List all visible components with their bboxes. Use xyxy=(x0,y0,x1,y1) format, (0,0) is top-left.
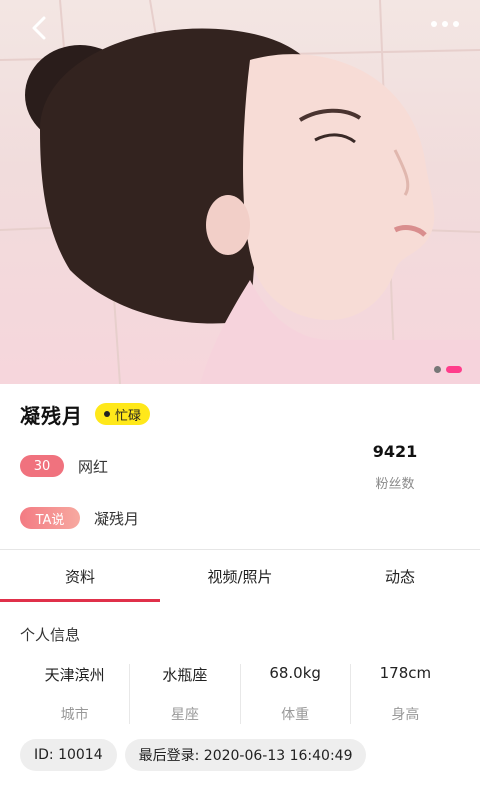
info-zodiac: 水瓶座 星座 xyxy=(130,664,241,724)
info-weight: 68.0kg 体重 xyxy=(241,664,351,724)
profile-photo xyxy=(0,0,480,384)
age-tag-row: 30 网红 xyxy=(20,455,108,477)
profile-photo-carousel[interactable] xyxy=(0,0,480,384)
carousel-dot[interactable] xyxy=(434,366,441,373)
user-id-chip: ID: 10014 xyxy=(20,739,117,771)
tab-videos-photos[interactable]: 视频/照片 xyxy=(160,550,320,602)
info-value: 水瓶座 xyxy=(162,666,208,684)
info-label: 体重 xyxy=(281,707,310,723)
info-label: 星座 xyxy=(170,707,199,723)
ta-says-badge: TA说 xyxy=(20,507,80,529)
meta-chips: ID: 10014 最后登录: 2020-06-13 16:40:49 xyxy=(20,739,367,771)
profile-name-row: 凝残月 忙碌 xyxy=(20,400,151,428)
info-height: 178cm 身高 xyxy=(351,664,460,724)
info-value: 68.0kg xyxy=(269,664,321,682)
profile-tabs: 资料 视频/照片 动态 xyxy=(0,550,480,602)
last-login-chip: 最后登录: 2020-06-13 16:40:49 xyxy=(124,739,367,771)
fans-stat[interactable]: 9421 粉丝数 xyxy=(362,442,428,492)
carousel-dot-active[interactable] xyxy=(446,366,462,373)
more-button[interactable] xyxy=(428,14,462,34)
profile-name: 凝残月 xyxy=(20,403,83,428)
status-badge: 忙碌 xyxy=(95,403,151,425)
back-button[interactable] xyxy=(24,12,56,44)
info-value: 178cm xyxy=(379,664,432,682)
info-value: 天津滨州 xyxy=(44,666,105,684)
fans-label: 粉丝数 xyxy=(375,477,415,492)
fans-count: 9421 xyxy=(372,442,418,461)
profile-tag: 网红 xyxy=(78,457,109,476)
ta-says-row: TA说 凝残月 xyxy=(20,507,139,529)
tab-moments[interactable]: 动态 xyxy=(320,550,480,602)
more-dots-icon xyxy=(431,21,459,27)
ta-says-text: 凝残月 xyxy=(94,509,140,528)
status-dot-icon xyxy=(104,411,110,417)
info-grid: 天津滨州 城市 水瓶座 星座 68.0kg 体重 178cm 身高 xyxy=(20,664,460,728)
info-label: 身高 xyxy=(391,707,420,723)
section-title: 个人信息 xyxy=(20,626,81,644)
status-text: 忙碌 xyxy=(115,408,142,424)
age-badge: 30 xyxy=(20,455,64,477)
info-city: 天津滨州 城市 xyxy=(20,664,131,724)
info-label: 城市 xyxy=(60,707,89,723)
carousel-indicator xyxy=(434,366,462,373)
tab-profile[interactable]: 资料 xyxy=(0,550,160,602)
back-arrow-icon xyxy=(32,16,46,40)
